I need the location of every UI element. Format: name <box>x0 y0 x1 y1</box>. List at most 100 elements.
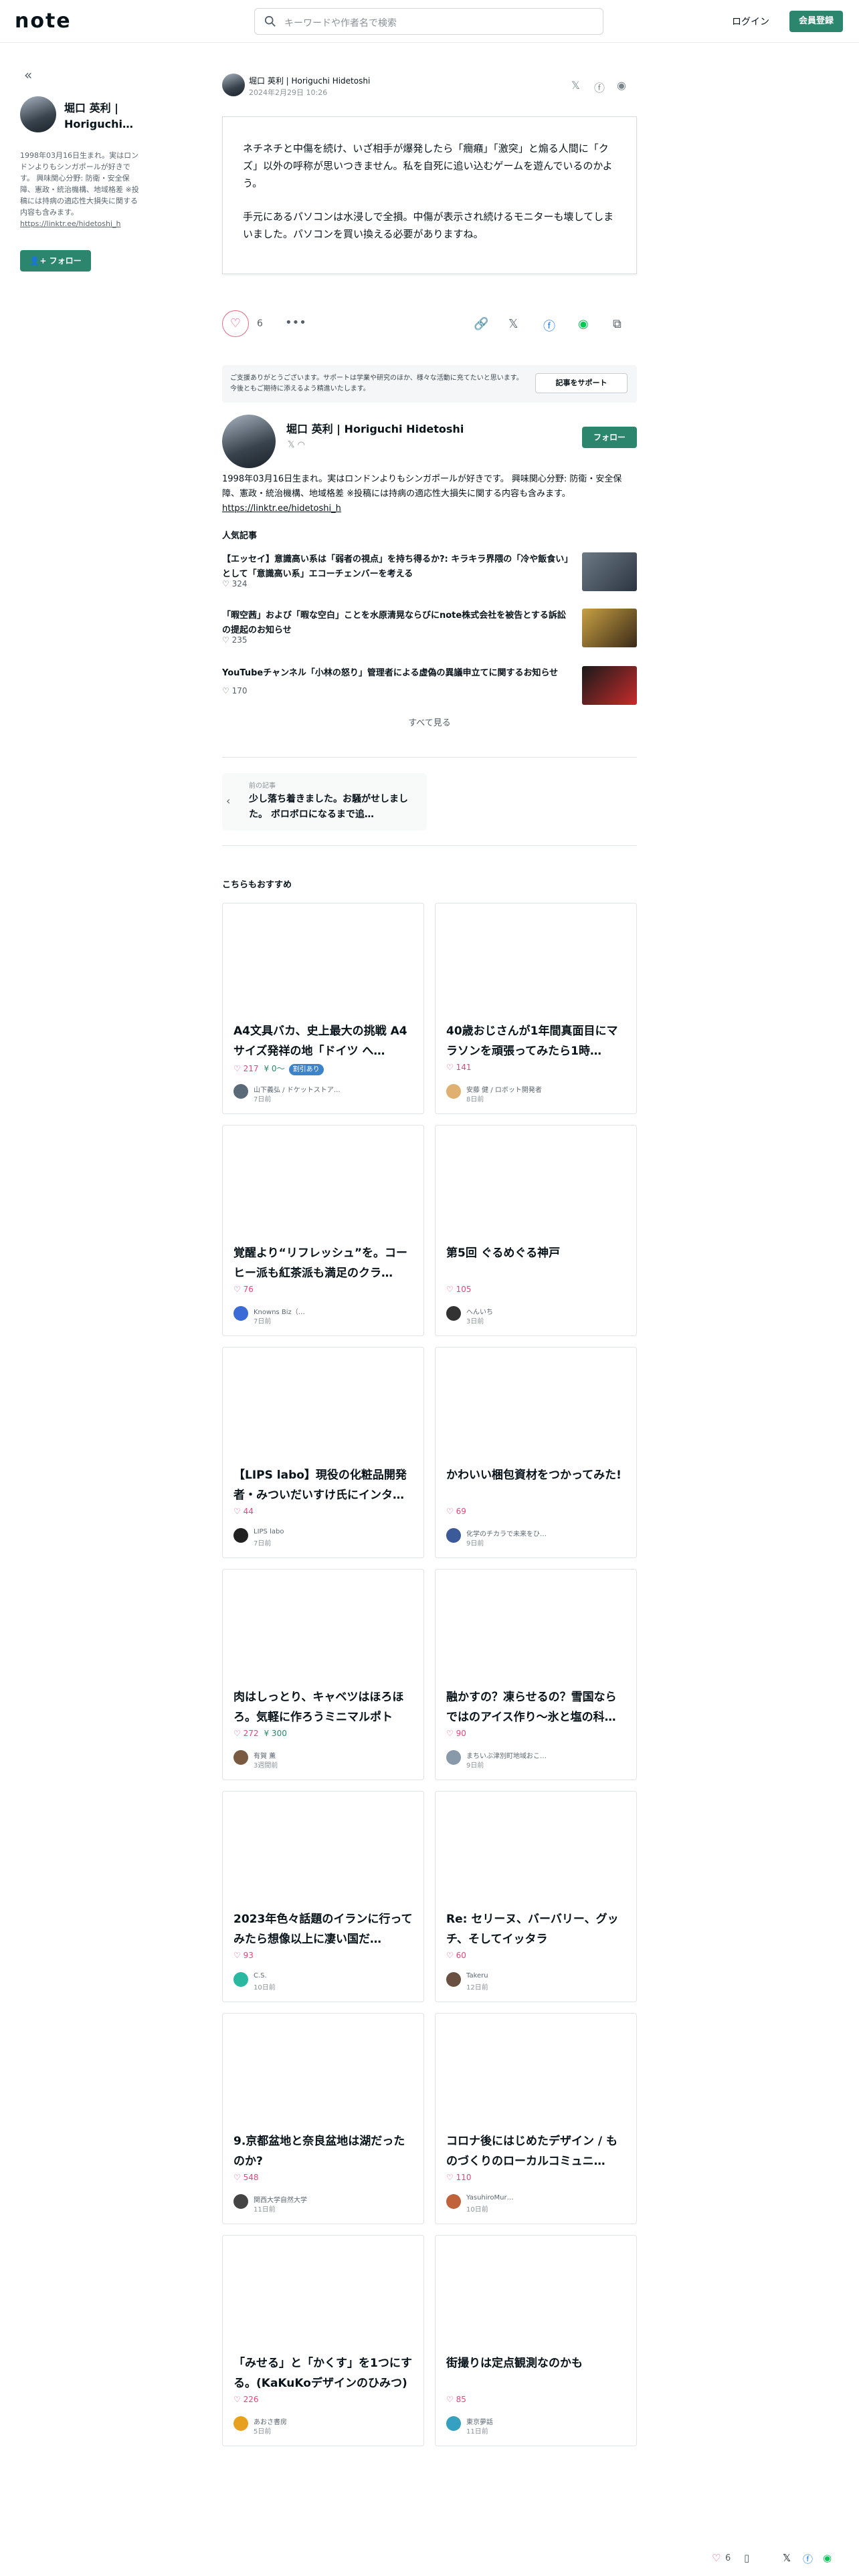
card-author-name[interactable]: C.S. <box>254 1972 414 1979</box>
popular-thumbnail[interactable] <box>582 609 637 647</box>
sidebar-follow-button[interactable]: 👤+ フォロー <box>20 250 91 272</box>
popular-title[interactable]: 「暇空茜」および「暇な空白」ことを水原清晃ならびにnote株式会社を被告とする訴… <box>222 609 570 638</box>
x-icon[interactable]: 𝕏 <box>288 440 294 450</box>
recommend-card[interactable]: 第5回 ぐるめぐる神戸 ♡ 105 へんいち 3日前 <box>435 1125 637 1336</box>
card-author-avatar[interactable] <box>233 1750 248 1765</box>
previous-title[interactable]: 少し落ち着きました。お騒がせしました。 ボロボロになるまで追… <box>249 792 416 823</box>
support-button[interactable]: 記事をサポート <box>535 373 628 393</box>
see-all-link[interactable]: すべて見る <box>222 716 637 728</box>
card-title[interactable]: コロナ後にはじめたデザイン / ものづくりのローカルコミュニ… <box>446 2131 627 2171</box>
card-title[interactable]: A4文具バカ、史上最大の挑戦 A4サイズ発祥の地「ドイツ へ… <box>233 1021 414 1061</box>
card-author-name[interactable]: まちいぶ津別町地域おこ… <box>466 1750 627 1760</box>
card-author-name[interactable]: 安藤 健 / ロボット開発者 <box>466 1084 627 1094</box>
recommend-card[interactable]: 「みせる」と「かくす」を1つにする。(KaKuKoデザインのひみつ) ♡ 226 あ… <box>222 2235 424 2446</box>
card-title[interactable]: 40歳おじさんが1年間真面目にマラソンを頑張ってみたら1時… <box>446 1021 627 1061</box>
recommend-card[interactable]: 融かすの？凍らせるの？雪国ならではのアイス作り〜氷と塩の科… ♡ 90 まちいぶ津別… <box>435 1569 637 1780</box>
recommend-card[interactable]: かわいい梱包資材をつかってみた! ♡ 69 化学のチカラで未来をひ… 9日前 <box>435 1347 637 1558</box>
card-author-avatar[interactable] <box>233 1084 248 1099</box>
facebook-icon[interactable]: ⓕ <box>803 2552 813 2566</box>
comment-icon[interactable]: ▯ <box>744 2552 749 2564</box>
card-title[interactable]: 9.京都盆地と奈良盆地は湖だったのか? <box>233 2131 414 2171</box>
card-title[interactable]: 【LIPS labo】現役の化粧品開発者・みついだいすけ氏にインタ… <box>233 1465 414 1505</box>
card-title[interactable]: 覚醒より“リフレッシュ”を。コーヒー派も紅茶派も満足のクラ… <box>233 1243 414 1283</box>
facebook-icon[interactable]: ⓕ <box>543 317 555 334</box>
x-icon[interactable]: 𝕏 <box>571 79 580 92</box>
more-icon[interactable]: ••• <box>285 316 306 330</box>
recommend-card[interactable]: 覚醒より“リフレッシュ”を。コーヒー派も紅茶派も満足のクラ… ♡ 76 Knowns… <box>222 1125 424 1336</box>
like-button[interactable]: ♡ <box>222 310 249 337</box>
recommend-card[interactable]: コロナ後にはじめたデザイン / ものづくりのローカルコミュニ… ♡ 110 Yasu… <box>435 2013 637 2224</box>
card-author-avatar[interactable] <box>233 1528 248 1543</box>
rss-icon[interactable]: ◠ <box>298 440 305 450</box>
recommend-card[interactable]: 40歳おじさんが1年間真面目にマラソンを頑張ってみたら1時… ♡ 141 安藤 健 … <box>435 903 637 1114</box>
sidebar-avatar[interactable] <box>20 96 56 132</box>
card-author-avatar[interactable] <box>446 1750 461 1765</box>
author-avatar[interactable] <box>222 74 245 96</box>
recommend-card[interactable]: 2023年色々話題のイランに行ってみたら想像以上に凄い国だ… ♡ 93 C.S. 10… <box>222 1791 424 2002</box>
popular-item[interactable]: 「暇空茜」および「暇な空白」ことを水原清晃ならびにnote株式会社を被告とする訴… <box>222 609 637 650</box>
card-title[interactable]: かわいい梱包資材をつかってみた! <box>446 1465 627 1505</box>
recommend-card[interactable]: Re: セリーヌ、バーバリー、グッチ、そしてイッタラ ♡ 60 Takeru 12日前 <box>435 1791 637 2002</box>
card-author-name[interactable]: YasuhiroMur… <box>466 2194 627 2202</box>
note-logo[interactable]: note <box>15 9 72 33</box>
profile-link[interactable]: https://linktr.ee/hidetoshi_h <box>222 504 341 514</box>
popular-thumbnail[interactable] <box>582 666 637 705</box>
popular-title[interactable]: 【エッセイ】意識高い系は「弱者の視点」を持ち得るか?: キラキラ界隈の「冷や飯食… <box>222 552 570 582</box>
card-author-avatar[interactable] <box>446 2194 461 2209</box>
popular-item[interactable]: YouTubeチャンネル「小林の怒り」管理者による虚偽の異議申立てに関するお知ら… <box>222 666 637 708</box>
recommend-card[interactable]: A4文具バカ、史上最大の挑戦 A4サイズ発祥の地「ドイツ へ… ♡ 217 ¥ 0〜… <box>222 903 424 1114</box>
card-title[interactable]: 2023年色々話題のイランに行ってみたら想像以上に凄い国だ… <box>233 1909 414 1949</box>
card-author-name[interactable]: へんいち <box>466 1306 627 1316</box>
collapse-icon[interactable]: « <box>24 67 32 83</box>
line-icon[interactable]: ◉ <box>617 79 626 92</box>
card-author-avatar[interactable] <box>446 2416 461 2431</box>
card-author-avatar[interactable] <box>446 1084 461 1099</box>
card-author-name[interactable]: 関西大学自然大学 <box>254 2194 414 2204</box>
recommend-card[interactable]: 肉はしっとり、キャベツはほろほろ。気軽に作ろうミニマルポトフ。 ♡ 272 ¥ 30… <box>222 1569 424 1780</box>
card-title[interactable]: 第5回 ぐるめぐる神戸 <box>446 1243 627 1283</box>
line-icon[interactable]: ◉ <box>823 2552 832 2564</box>
line-icon[interactable]: ◉ <box>578 317 589 331</box>
facebook-icon[interactable]: ⓕ <box>594 79 605 95</box>
card-author-name[interactable]: あおさ書房 <box>254 2416 414 2426</box>
sidebar-link[interactable]: https://linktr.ee/hidetoshi_h <box>20 219 121 228</box>
card-author-name[interactable]: 有賀 薫 <box>254 1750 414 1760</box>
card-author-avatar[interactable] <box>233 1972 248 1987</box>
profile-follow-button[interactable]: フォロー <box>582 427 637 448</box>
card-title[interactable]: Re: セリーヌ、バーバリー、グッチ、そしてイッタラ <box>446 1909 627 1949</box>
card-author-avatar[interactable] <box>446 1306 461 1321</box>
login-link[interactable]: ログイン <box>732 15 769 28</box>
card-author-name[interactable]: 化学のチカラで未来をひ… <box>466 1528 627 1538</box>
recommend-card[interactable]: 【LIPS labo】現役の化粧品開発者・みついだいすけ氏にインタ… ♡ 44 LI… <box>222 1347 424 1558</box>
card-author-name[interactable]: 東京夢話 <box>466 2416 627 2426</box>
popular-item[interactable]: 【エッセイ】意識高い系は「弱者の視点」を持ち得るか?: キラキラ界隈の「冷や飯食… <box>222 552 637 594</box>
card-title[interactable]: 肉はしっとり、キャベツはほろほろ。気軽に作ろうミニマルポトフ。 <box>233 1687 414 1727</box>
heart-icon[interactable]: ♡ <box>712 2552 721 2564</box>
profile-avatar[interactable] <box>222 415 276 468</box>
recommend-card[interactable]: 街撮りは定点観測なのかも ♡ 85 東京夢話 11日前 <box>435 2235 637 2446</box>
embed-icon[interactable]: ⧉ <box>613 317 622 331</box>
card-author-avatar[interactable] <box>233 1306 248 1321</box>
link-icon[interactable]: 🔗 <box>474 317 488 331</box>
card-author-avatar[interactable] <box>233 2194 248 2209</box>
x-icon[interactable]: 𝕏 <box>783 2552 791 2564</box>
card-author-name[interactable]: Knowns Biz（… <box>254 1306 414 1316</box>
popular-title[interactable]: YouTubeチャンネル「小林の怒り」管理者による虚偽の異議申立てに関するお知ら… <box>222 666 570 681</box>
card-author-avatar[interactable] <box>233 2416 248 2431</box>
card-title[interactable]: 「みせる」と「かくす」を1つにする。(KaKuKoデザインのひみつ) <box>233 2353 414 2393</box>
x-icon[interactable]: 𝕏 <box>508 317 518 331</box>
sidebar-author-name[interactable]: 堀口 英利 | Horiguchi… <box>64 100 138 132</box>
card-title[interactable]: 街撮りは定点観測なのかも <box>446 2353 627 2393</box>
profile-name[interactable]: 堀口 英利 | Horiguchi Hidetoshi <box>286 420 464 436</box>
card-author-name[interactable]: Takeru <box>466 1972 627 1979</box>
recommend-card[interactable]: 9.京都盆地と奈良盆地は湖だったのか? ♡ 548 関西大学自然大学 11日前 <box>222 2013 424 2224</box>
previous-article[interactable]: ‹ 前の記事 少し落ち着きました。お騒がせしました。 ボロボロになるまで追… <box>222 773 427 831</box>
card-author-name[interactable]: 山下義弘 / ドケットストア… <box>254 1084 414 1094</box>
card-title[interactable]: 融かすの？凍らせるの？雪国ならではのアイス作り〜氷と塩の科… <box>446 1687 627 1727</box>
popular-thumbnail[interactable] <box>582 552 637 591</box>
card-author-avatar[interactable] <box>446 1528 461 1543</box>
card-author-avatar[interactable] <box>446 1972 461 1987</box>
search-box[interactable]: キーワードや作者名で検索 <box>254 8 603 35</box>
author-name[interactable]: 堀口 英利 | Horiguchi Hidetoshi <box>249 75 370 86</box>
signup-button[interactable]: 会員登録 <box>789 11 843 32</box>
